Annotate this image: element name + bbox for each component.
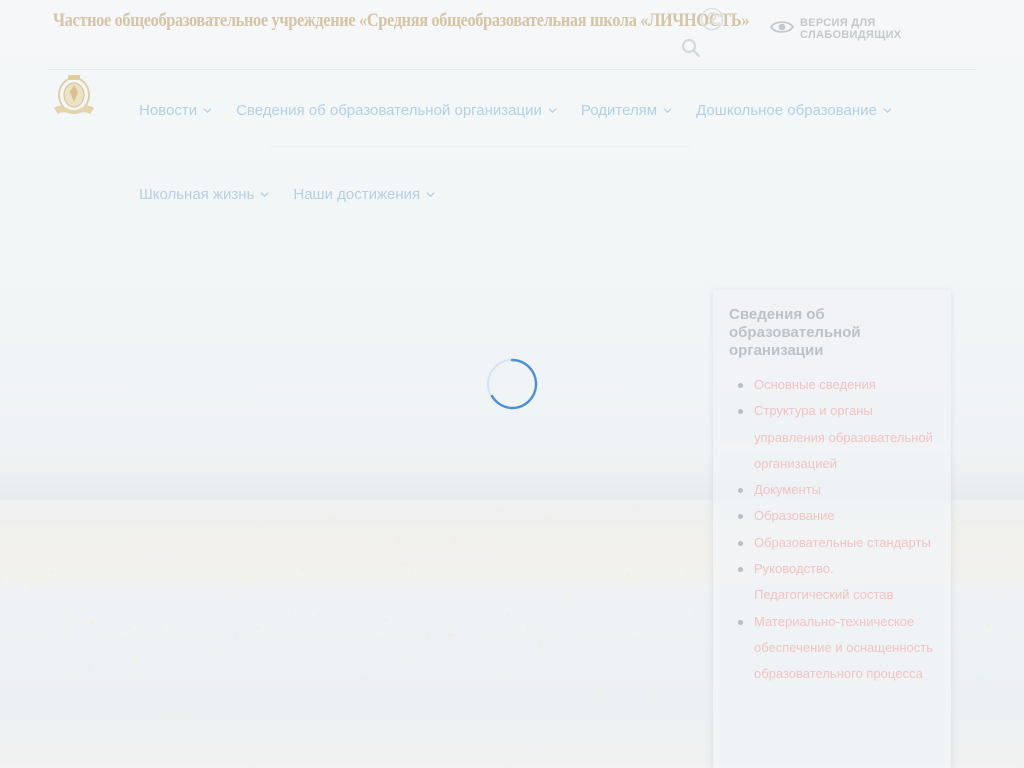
nav-item-achievements[interactable]: Наши достижения <box>293 186 435 203</box>
sidebar-organization-info: Сведения об образовательной организации … <box>713 290 951 768</box>
sidebar-item-label: Педагогический состав <box>754 587 894 603</box>
bullet <box>738 409 743 415</box>
nav-item-parents[interactable]: Родителям <box>581 102 672 119</box>
accessibility-version-link[interactable]: ВЕРСИЯ ДЛЯ СЛАБОВИДЯЩИХ <box>769 17 976 41</box>
school-title: Частное общеобразовательное учреждение «… <box>53 10 750 31</box>
sidebar-item-label: Руководство. <box>754 561 834 577</box>
bullet <box>738 619 743 625</box>
chevron-down-icon <box>883 107 892 113</box>
sidebar-item-basic-info[interactable]: Основные сведения <box>729 372 937 398</box>
nav-row-1: Новости Сведения об образовательной орга… <box>139 96 979 124</box>
sidebar-item-label: Образовательные стандарты <box>754 534 931 550</box>
nav-item-label: Сведения об образовательной организации <box>236 101 542 119</box>
sidebar-item-label: Материально-техническое обеспечение и ос… <box>754 613 933 682</box>
bullet <box>738 540 743 546</box>
accessibility-version-label: ВЕРСИЯ ДЛЯ СЛАБОВИДЯЩИХ <box>800 17 902 41</box>
sidebar-item-label: Структура и органы управления образовате… <box>754 403 933 471</box>
nav-item-label: Школьная жизнь <box>139 185 255 203</box>
chevron-down-icon <box>663 107 672 113</box>
sidebar-item-label: Основные сведения <box>754 377 876 392</box>
eye-icon <box>769 19 795 40</box>
main-navigation: Новости Сведения об образовательной орга… <box>139 96 979 208</box>
bullet <box>738 383 743 388</box>
chevron-down-icon <box>203 107 212 113</box>
chevron-down-icon <box>260 191 269 197</box>
nav-item-school-life[interactable]: Школьная жизнь <box>139 186 269 203</box>
sidebar-title: Сведения об образовательной организации <box>729 306 861 359</box>
sidebar-item-education[interactable]: Образование <box>729 503 937 529</box>
sidebar-item-management[interactable]: Руководство. <box>729 556 937 582</box>
chevron-down-icon <box>548 107 557 113</box>
bullet <box>738 514 743 520</box>
nav-item-label: Новости <box>139 101 198 119</box>
sidebar-item-facilities[interactable]: Материально-техническое обеспечение и ос… <box>729 609 937 688</box>
sidebar-item-documents[interactable]: Документы <box>729 477 937 503</box>
sidebar-item-standards[interactable]: Образовательные стандарты <box>729 530 937 556</box>
nav-item-preschool[interactable]: Дошкольное образование <box>696 102 892 119</box>
nav-item-label: Дошкольное образование <box>696 101 877 119</box>
sidebar-item-structure[interactable]: Структура и органы управления образовате… <box>729 398 937 477</box>
top-header: Частное общеобразовательное учреждение «… <box>48 0 976 70</box>
user-icon[interactable] <box>700 7 724 31</box>
search-icon[interactable] <box>681 38 701 58</box>
bullet <box>738 488 743 494</box>
nav-item-organization-info[interactable]: Сведения об образовательной организации <box>236 102 557 119</box>
nav-item-label: Наши достижения <box>293 185 421 203</box>
sidebar-item-teaching-staff[interactable]: Педагогический состав <box>729 582 937 608</box>
nav-item-news[interactable]: Новости <box>139 102 212 119</box>
nav-row-2: Школьная жизнь Наши достижения <box>139 180 979 208</box>
sidebar-item-label: Образование <box>754 508 835 524</box>
nav-item-label: Родителям <box>580 101 658 119</box>
sidebar-item-label: Документы <box>754 482 822 498</box>
loading-spinner-icon <box>486 358 538 410</box>
chevron-down-icon <box>426 191 435 197</box>
bullet <box>738 567 743 573</box>
sidebar-list: Основные сведения Структура и органы упр… <box>729 372 937 688</box>
school-emblem-logo[interactable] <box>50 72 98 118</box>
